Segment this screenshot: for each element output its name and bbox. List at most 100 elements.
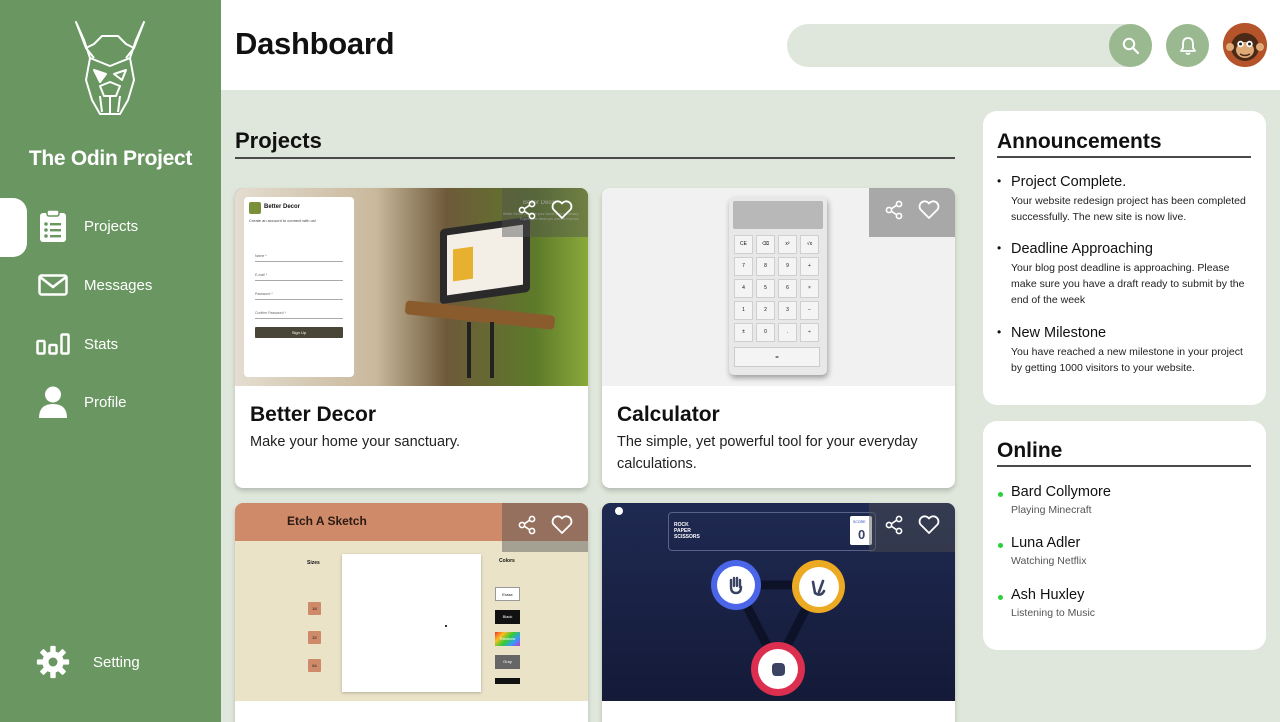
preview-sizes-label: Sizes: [307, 560, 320, 566]
announcement-item: New Milestone You have reached a new mil…: [997, 325, 1255, 376]
sidebar-item-profile[interactable]: Profile: [0, 374, 221, 430]
page-title: Dashboard: [235, 26, 395, 61]
calculator-key: −: [800, 301, 819, 320]
divider: [997, 156, 1251, 158]
preview-color-button: Rainbow: [495, 632, 520, 646]
preview-subtitle: Create an account to connect with us!: [249, 218, 316, 223]
online-user[interactable]: Ash Huxley Listening to Music: [997, 587, 1247, 619]
notifications-button[interactable]: [1166, 24, 1209, 67]
online-status-dot: [998, 543, 1003, 548]
preview-field-label: Name *: [255, 254, 267, 258]
online-user[interactable]: Luna Adler Watching Netflix: [997, 535, 1247, 567]
share-icon: [518, 515, 536, 535]
calculator-key: 3: [778, 301, 797, 320]
favorite-button[interactable]: [918, 515, 940, 540]
divider: [997, 465, 1251, 467]
search-bar: [787, 24, 1152, 67]
share-button[interactable]: [884, 200, 904, 225]
preview-field-label: E-mail *: [255, 273, 268, 277]
preview-title: Etch A Sketch: [287, 514, 367, 528]
preview-brand: Better Decor: [264, 204, 301, 210]
preview-signup-button: Sign Up: [255, 327, 343, 338]
avatar[interactable]: [1223, 23, 1267, 67]
sidebar-item-stats[interactable]: Stats: [0, 316, 221, 372]
user-activity: Watching Netflix: [1011, 555, 1087, 567]
share-button[interactable]: [517, 515, 537, 540]
search-input[interactable]: [805, 24, 1095, 67]
preview-field-label: Password *: [255, 292, 273, 296]
announcement-text: You have reached a new milestone in your…: [1011, 346, 1243, 374]
online-user[interactable]: Bard Collymore Playing Minecraft: [997, 484, 1247, 516]
brand-name: The Odin Project: [28, 147, 193, 170]
card-description: The simple, yet powerful tool for your e…: [617, 434, 918, 472]
announcements-title: Announcements: [997, 130, 1162, 153]
user-activity: Listening to Music: [1011, 607, 1096, 619]
share-button[interactable]: [884, 515, 904, 540]
favorite-button[interactable]: [551, 515, 573, 540]
calculator-key: 6: [778, 279, 797, 298]
share-icon: [885, 515, 903, 535]
favorite-button[interactable]: [918, 200, 940, 225]
calculator-keypad: CE ⌫ x² √x 7 8 9 +4 5 6 × 1 2 3− ±0. ÷: [734, 235, 824, 342]
scissors-hand-icon: [811, 579, 825, 596]
online-title: Online: [997, 439, 1063, 462]
announcement-text: Your blog post deadline is approaching. …: [1011, 262, 1245, 306]
projects-section-title: Projects: [235, 128, 322, 153]
favorite-button[interactable]: [551, 200, 573, 225]
announcement-item: Project Complete. Your website redesign …: [997, 174, 1255, 225]
announcement-text: Your website redesign project has been c…: [1011, 195, 1246, 223]
card-description: Make your home your sanctuary.: [250, 434, 461, 450]
sidebar-item-settings[interactable]: Setting: [0, 634, 221, 690]
preview-size-button: 32: [308, 631, 321, 644]
share-icon: [885, 200, 903, 220]
calculator-key: 8: [756, 257, 775, 276]
paper-hand-icon: [729, 576, 743, 595]
announcement-title: New Milestone: [997, 325, 1255, 341]
odin-logo-icon: [75, 21, 145, 115]
gear-icon: [36, 644, 70, 680]
clipboard-icon: [36, 208, 70, 244]
card-actions: [869, 503, 955, 552]
search-icon: [1122, 37, 1139, 54]
preview-colors-label: Colors: [499, 558, 515, 564]
envelope-icon: [36, 267, 70, 303]
announcement-item: Deadline Approaching Your blog post dead…: [997, 241, 1255, 308]
calculator-key: 5: [756, 279, 775, 298]
monkey-avatar-icon: [1223, 23, 1267, 67]
preview-color-button: Erase: [495, 587, 520, 601]
user-name: Luna Adler: [1011, 535, 1081, 551]
card-actions: [869, 188, 955, 237]
project-card-rock-paper-scissors[interactable]: ROCK PAPER SCISSORS SCORE 0: [602, 503, 955, 722]
search-button[interactable]: [1109, 24, 1152, 67]
heart-icon: [551, 515, 573, 534]
calculator-key: √x: [800, 235, 819, 254]
sidebar-item-label: Messages: [84, 276, 153, 294]
bar-stats-icon: [36, 326, 70, 362]
online-panel: Online Bard Collymore Playing Minecraft …: [983, 421, 1266, 650]
card-actions: [502, 503, 588, 552]
project-card-better-decor[interactable]: Better Decor Create an account to connec…: [235, 188, 588, 488]
share-button[interactable]: [517, 200, 537, 225]
rock-choice: [751, 642, 805, 696]
announcement-title: Deadline Approaching: [997, 241, 1255, 257]
rock-hand-icon: [772, 663, 785, 676]
calculator-key: ⌫: [756, 235, 775, 254]
sidebar-item-label: Stats: [84, 335, 119, 353]
project-card-calculator[interactable]: CE ⌫ x² √x 7 8 9 +4 5 6 × 1 2 3− ±0. ÷ = Calculator The…: [602, 188, 955, 488]
sidebar-item-label: Projects: [84, 217, 139, 235]
project-card-etch-a-sketch[interactable]: Etch A Sketch Sizes 16 32 64 Colors Eras…: [235, 503, 588, 722]
calculator-preview: CE ⌫ x² √x 7 8 9 +4 5 6 × 1 2 3− ±0. ÷ =: [729, 197, 827, 375]
top-header: Dashboard: [221, 0, 1280, 90]
calculator-key: ÷: [800, 323, 819, 342]
sidebar-item-projects[interactable]: Projects: [0, 198, 221, 254]
calculator-key: ±: [734, 323, 753, 342]
sidebar-item-label: Setting: [93, 653, 140, 671]
sidebar-item-messages[interactable]: Messages: [0, 257, 221, 313]
preview-color-button: Black: [495, 610, 520, 624]
paper-choice: [711, 560, 761, 610]
card-title: Calculator: [617, 403, 720, 426]
calculator-key: 2: [756, 301, 775, 320]
calculator-key: .: [778, 323, 797, 342]
heart-icon: [918, 200, 940, 219]
sketch-canvas-preview: [342, 554, 481, 692]
